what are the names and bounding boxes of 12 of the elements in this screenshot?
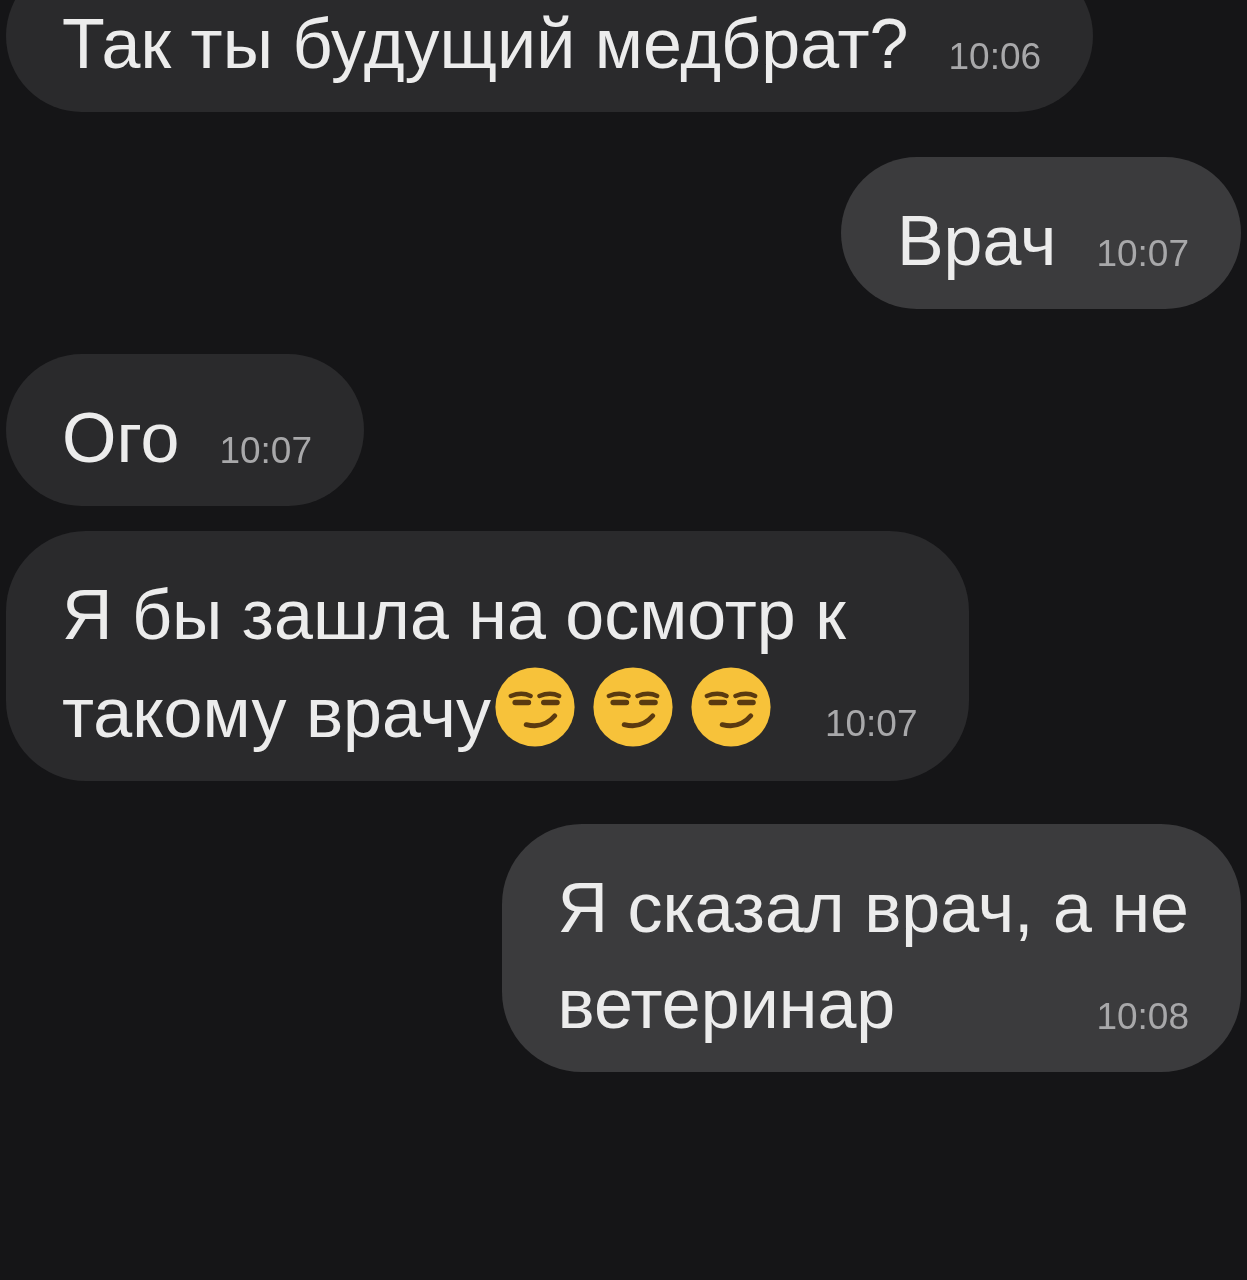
message-time: 10:06 bbox=[948, 35, 1042, 79]
message-time: 10:07 bbox=[824, 702, 918, 746]
message-text: Врач bbox=[896, 202, 1057, 280]
message-text: Я сказал врач, а не bbox=[557, 869, 1189, 947]
message-time: 10:08 bbox=[1096, 995, 1189, 1039]
message-text: Я бы зашла на осмотр к bbox=[62, 576, 846, 654]
message-text: Так ты будущий медбрат? bbox=[62, 5, 909, 83]
message-text: ветеринар bbox=[557, 965, 896, 1043]
message-text: Ого bbox=[62, 399, 180, 477]
message-time: 10:07 bbox=[1096, 232, 1189, 276]
message-text: такому врачу bbox=[62, 674, 491, 752]
message-time: 10:07 bbox=[219, 429, 312, 473]
